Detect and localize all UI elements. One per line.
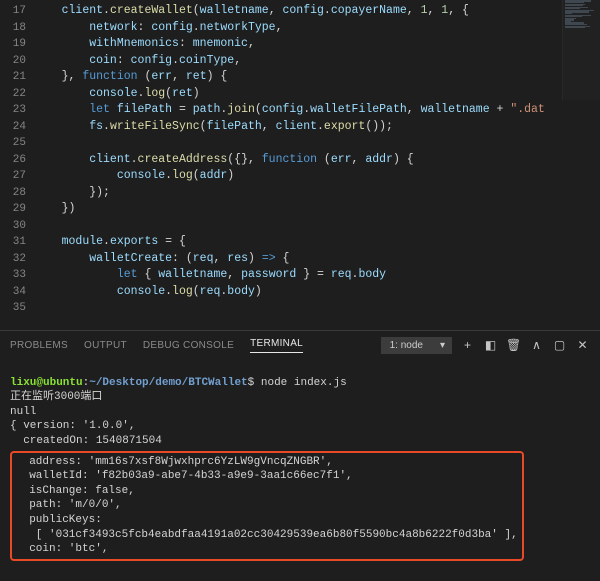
code-line: let filePath = path.join(config.walletFi… bbox=[34, 102, 600, 119]
code-line: withMnemonics: mnemonic, bbox=[34, 36, 600, 53]
terminal-user: lixu@ubuntu bbox=[10, 377, 83, 389]
tab-output[interactable]: OUTPUT bbox=[84, 340, 127, 351]
line-number: 17 bbox=[0, 3, 26, 20]
editor-pane: 17181920212223242526272829303132333435 c… bbox=[0, 0, 600, 330]
panel-tab-bar: PROBLEMS OUTPUT DEBUG CONSOLE TERMINAL 1… bbox=[0, 331, 600, 359]
code-line: }) bbox=[34, 201, 600, 218]
terminal-line: 正在监听3000端口 bbox=[10, 391, 102, 403]
code-line: client.createAddress({}, function (err, … bbox=[34, 152, 600, 169]
new-terminal-icon[interactable]: + bbox=[460, 338, 475, 352]
line-number: 32 bbox=[0, 251, 26, 268]
terminal-content[interactable]: lixu@ubuntu:~/Desktop/demo/BTCWallet$ no… bbox=[0, 359, 600, 581]
line-number: 26 bbox=[0, 152, 26, 169]
code-line: let { walletname, password } = req.body bbox=[34, 267, 600, 284]
code-line: fs.writeFileSync(filePath, client.export… bbox=[34, 119, 600, 136]
line-number: 25 bbox=[0, 135, 26, 152]
terminal-selector[interactable]: 1: node bbox=[381, 337, 452, 354]
code-line: console.log(addr) bbox=[34, 168, 600, 185]
line-number: 31 bbox=[0, 234, 26, 251]
line-number: 28 bbox=[0, 185, 26, 202]
code-line: }); bbox=[34, 185, 600, 202]
line-number-gutter: 17181920212223242526272829303132333435 bbox=[0, 0, 34, 330]
code-line bbox=[34, 135, 600, 152]
line-number: 18 bbox=[0, 20, 26, 37]
maximize-panel-icon[interactable]: ∧ bbox=[529, 338, 544, 352]
code-line bbox=[34, 218, 600, 235]
line-number: 24 bbox=[0, 119, 26, 136]
tab-problems[interactable]: PROBLEMS bbox=[10, 340, 68, 351]
terminal-highlight-box: address: 'mm16s7xsf8Wjwxhprc6YzLW9gVncqZ… bbox=[10, 451, 524, 561]
line-number: 23 bbox=[0, 102, 26, 119]
terminal-line: { version: '1.0.0', bbox=[10, 420, 135, 432]
code-line bbox=[34, 300, 600, 317]
bottom-panel: PROBLEMS OUTPUT DEBUG CONSOLE TERMINAL 1… bbox=[0, 330, 600, 507]
code-line: coin: config.coinType, bbox=[34, 53, 600, 70]
line-number: 29 bbox=[0, 201, 26, 218]
code-line: console.log(ret) bbox=[34, 86, 600, 103]
line-number: 30 bbox=[0, 218, 26, 235]
code-content[interactable]: client.createWallet(walletname, config.c… bbox=[34, 0, 600, 330]
minimap[interactable] bbox=[562, 0, 600, 100]
line-number: 20 bbox=[0, 53, 26, 70]
line-number: 34 bbox=[0, 284, 26, 301]
tab-terminal[interactable]: TERMINAL bbox=[250, 338, 303, 353]
toggle-panel-icon[interactable]: ▢ bbox=[552, 338, 567, 352]
line-number: 35 bbox=[0, 300, 26, 317]
line-number: 33 bbox=[0, 267, 26, 284]
code-line: console.log(req.body) bbox=[34, 284, 600, 301]
line-number: 21 bbox=[0, 69, 26, 86]
kill-terminal-icon[interactable]: 🗑 bbox=[506, 338, 521, 352]
terminal-cwd: ~/Desktop/demo/BTCWallet bbox=[89, 377, 247, 389]
terminal-line: createdOn: 1540871504 bbox=[10, 435, 162, 447]
line-number: 27 bbox=[0, 168, 26, 185]
code-line: walletCreate: (req, res) => { bbox=[34, 251, 600, 268]
line-number: 19 bbox=[0, 36, 26, 53]
terminal-line: null bbox=[10, 406, 36, 418]
terminal-command: node index.js bbox=[261, 377, 347, 389]
code-line: client.createWallet(walletname, config.c… bbox=[34, 3, 600, 20]
line-number: 22 bbox=[0, 86, 26, 103]
code-line: module.exports = { bbox=[34, 234, 600, 251]
code-line: }, function (err, ret) { bbox=[34, 69, 600, 86]
close-panel-icon[interactable]: ✕ bbox=[575, 338, 590, 352]
code-line: network: config.networkType, bbox=[34, 20, 600, 37]
split-terminal-icon[interactable]: ◧ bbox=[483, 338, 498, 352]
tab-debug-console[interactable]: DEBUG CONSOLE bbox=[143, 340, 234, 351]
